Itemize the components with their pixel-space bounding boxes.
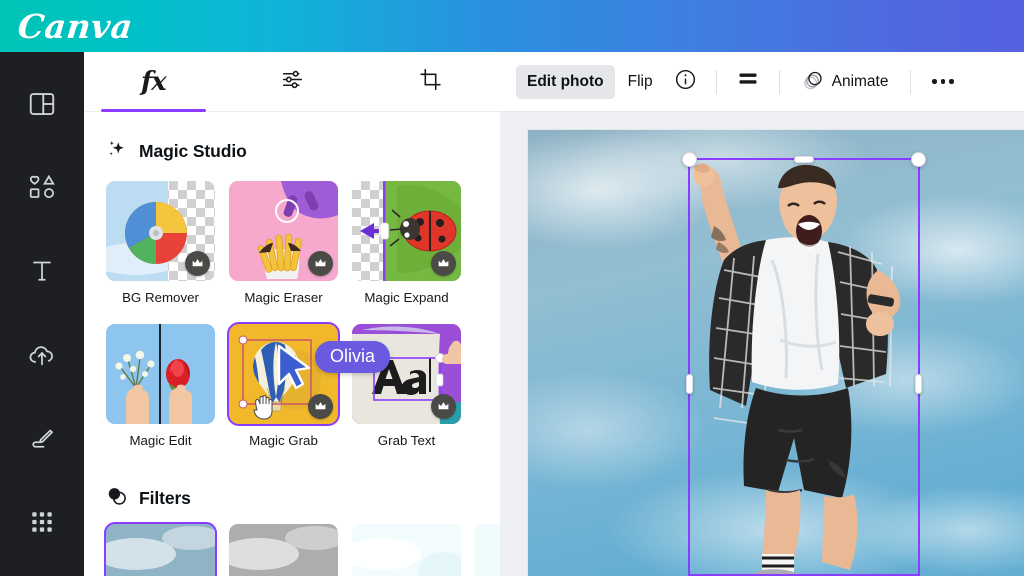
more-dots-icon (949, 79, 954, 84)
brand-header: Canva (0, 0, 1024, 52)
sidebar-item-elements[interactable] (14, 158, 70, 218)
toolbar-divider (910, 69, 912, 94)
animate-button[interactable]: Animate (791, 65, 900, 99)
tool-label: Magic Grab (249, 433, 318, 448)
image-selection-box[interactable] (682, 152, 926, 576)
filters-header: Filters (106, 485, 478, 512)
flip-label: Flip (627, 72, 653, 90)
tool-label: BG Remover (122, 290, 199, 305)
filters-title: Filters (139, 488, 191, 508)
tool-tile-magic-edit[interactable] (106, 324, 215, 424)
sidebar-item-text[interactable] (14, 241, 70, 301)
adjust-sliders-icon (280, 67, 305, 97)
grid-apps-icon (29, 509, 55, 535)
sidebar-item-draw[interactable] (14, 409, 70, 469)
info-button[interactable] (666, 65, 705, 99)
tab-effects[interactable]: fx (84, 52, 223, 112)
edit-photo-button[interactable]: Edit photo (516, 64, 615, 99)
resize-handle-top-center[interactable] (794, 156, 814, 163)
tool-cell-magic-edit: Magic Edit (106, 324, 215, 461)
photo-toolbar: Edit photo Flip Animate (500, 52, 1024, 112)
canvas-viewport[interactable] (500, 112, 1024, 576)
tool-tile-magic-expand[interactable] (352, 181, 461, 281)
filter-thumb-bright[interactable] (352, 524, 461, 576)
pen-draw-icon (27, 424, 57, 454)
panel-tab-strip: fx (84, 52, 500, 112)
position-button[interactable] (728, 65, 768, 99)
pro-crown-badge (431, 394, 456, 419)
sidebar-item-apps[interactable] (14, 492, 70, 552)
magic-studio-header: Magic Studio (106, 138, 478, 165)
animate-circles-icon (802, 68, 825, 96)
tool-panel: fx Magic Studio BG Remover Magic Eraser … (84, 52, 500, 576)
info-circle-icon (674, 68, 697, 96)
flip-button[interactable]: Flip (617, 65, 664, 99)
panel-content: Magic Studio BG Remover Magic Eraser Mag… (84, 138, 500, 576)
pro-crown-badge (185, 251, 210, 276)
tool-label: Grab Text (377, 433, 436, 448)
artboard[interactable] (528, 130, 1024, 576)
pro-crown-badge (431, 251, 456, 276)
resize-handle-right-center[interactable] (915, 374, 922, 394)
filter-thumb-none[interactable] (104, 522, 217, 576)
resize-handle-top-left[interactable] (682, 152, 697, 167)
resize-handle-top-right[interactable] (911, 152, 926, 167)
sidebar-item-design[interactable] (14, 74, 70, 134)
effects-fx-icon: fx (140, 66, 167, 97)
toolbar-divider (715, 69, 717, 94)
edit-photo-label: Edit photo (527, 72, 604, 90)
position-lines-icon (736, 67, 760, 96)
resize-handle-left-center[interactable] (686, 374, 693, 394)
more-dots-icon (940, 79, 946, 84)
tool-label: Magic Edit (129, 433, 192, 448)
tool-tile-magic-eraser[interactable] (229, 181, 338, 281)
tab-crop[interactable] (361, 52, 500, 112)
sidebar-item-uploads[interactable] (14, 325, 70, 385)
filter-thumb-gray[interactable] (229, 524, 338, 576)
tool-label: Magic Expand (364, 290, 449, 305)
crop-icon (418, 67, 443, 97)
collaborator-cursor-label: Olivia (315, 341, 391, 373)
filter-thumbnail-row (104, 522, 500, 576)
canva-logo[interactable]: Canva (16, 7, 135, 46)
toolbar-divider (778, 69, 780, 94)
editor-area: Edit photo Flip Animate (500, 52, 1024, 576)
text-t-icon (27, 256, 57, 286)
layout-panel-icon (27, 89, 57, 119)
pro-crown-badge (308, 251, 333, 276)
tool-cell-bg-remover: BG Remover (106, 181, 215, 318)
tool-tile-magic-grab[interactable] (227, 322, 340, 426)
cloud-upload-icon (27, 340, 57, 370)
contrast-circles-icon (106, 485, 128, 512)
more-options-button[interactable] (922, 79, 964, 84)
more-dots-icon (932, 79, 937, 84)
tool-tile-grab-text[interactable] (352, 324, 461, 424)
animate-label: Animate (831, 72, 889, 90)
tool-cell-magic-expand: Magic Expand (352, 181, 461, 318)
shapes-icon (27, 173, 57, 203)
tool-cell-magic-eraser: Magic Eraser (229, 181, 338, 318)
sparkles-icon (106, 138, 128, 165)
tab-adjust[interactable] (223, 52, 362, 112)
magic-studio-title: Magic Studio (139, 141, 247, 161)
tool-tile-bg-remover[interactable] (106, 181, 215, 281)
tool-label: Magic Eraser (244, 290, 323, 305)
pro-crown-badge (308, 394, 333, 419)
magic-studio-tile-grid: BG Remover Magic Eraser Magic Expand Mag… (106, 181, 478, 461)
filter-thumb-cool[interactable] (475, 524, 500, 576)
left-nav-rail (0, 52, 84, 576)
